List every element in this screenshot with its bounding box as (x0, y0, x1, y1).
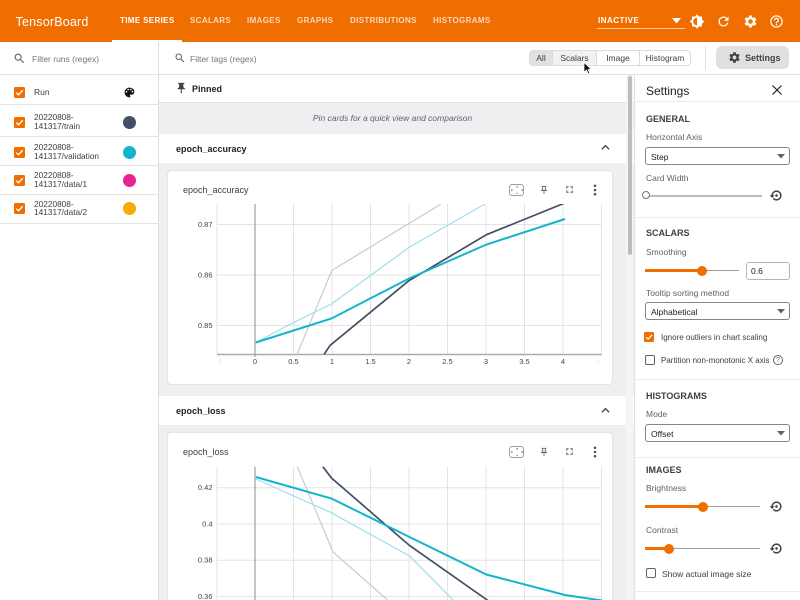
svg-text:0.5: 0.5 (288, 357, 298, 366)
svg-text:2.5: 2.5 (442, 357, 452, 366)
svg-text:4: 4 (561, 357, 565, 366)
svg-text:0.4: 0.4 (202, 519, 212, 528)
svg-text:0.36: 0.36 (198, 592, 213, 600)
svg-text:4: 4 (596, 357, 600, 366)
svg-text:1.5: 1.5 (365, 357, 375, 366)
svg-text:0.38: 0.38 (198, 556, 213, 565)
svg-text:0: 0 (253, 357, 257, 366)
svg-text:0.42: 0.42 (198, 483, 213, 492)
svg-text:0.85: 0.85 (198, 321, 213, 330)
svg-text:3.5: 3.5 (519, 357, 529, 366)
svg-text:0.87: 0.87 (198, 220, 213, 229)
svg-text:3: 3 (484, 357, 488, 366)
svg-text:5: 5 (218, 357, 222, 366)
svg-text:1: 1 (330, 357, 334, 366)
svg-text:0.86: 0.86 (198, 271, 213, 280)
svg-text:2: 2 (407, 357, 411, 366)
